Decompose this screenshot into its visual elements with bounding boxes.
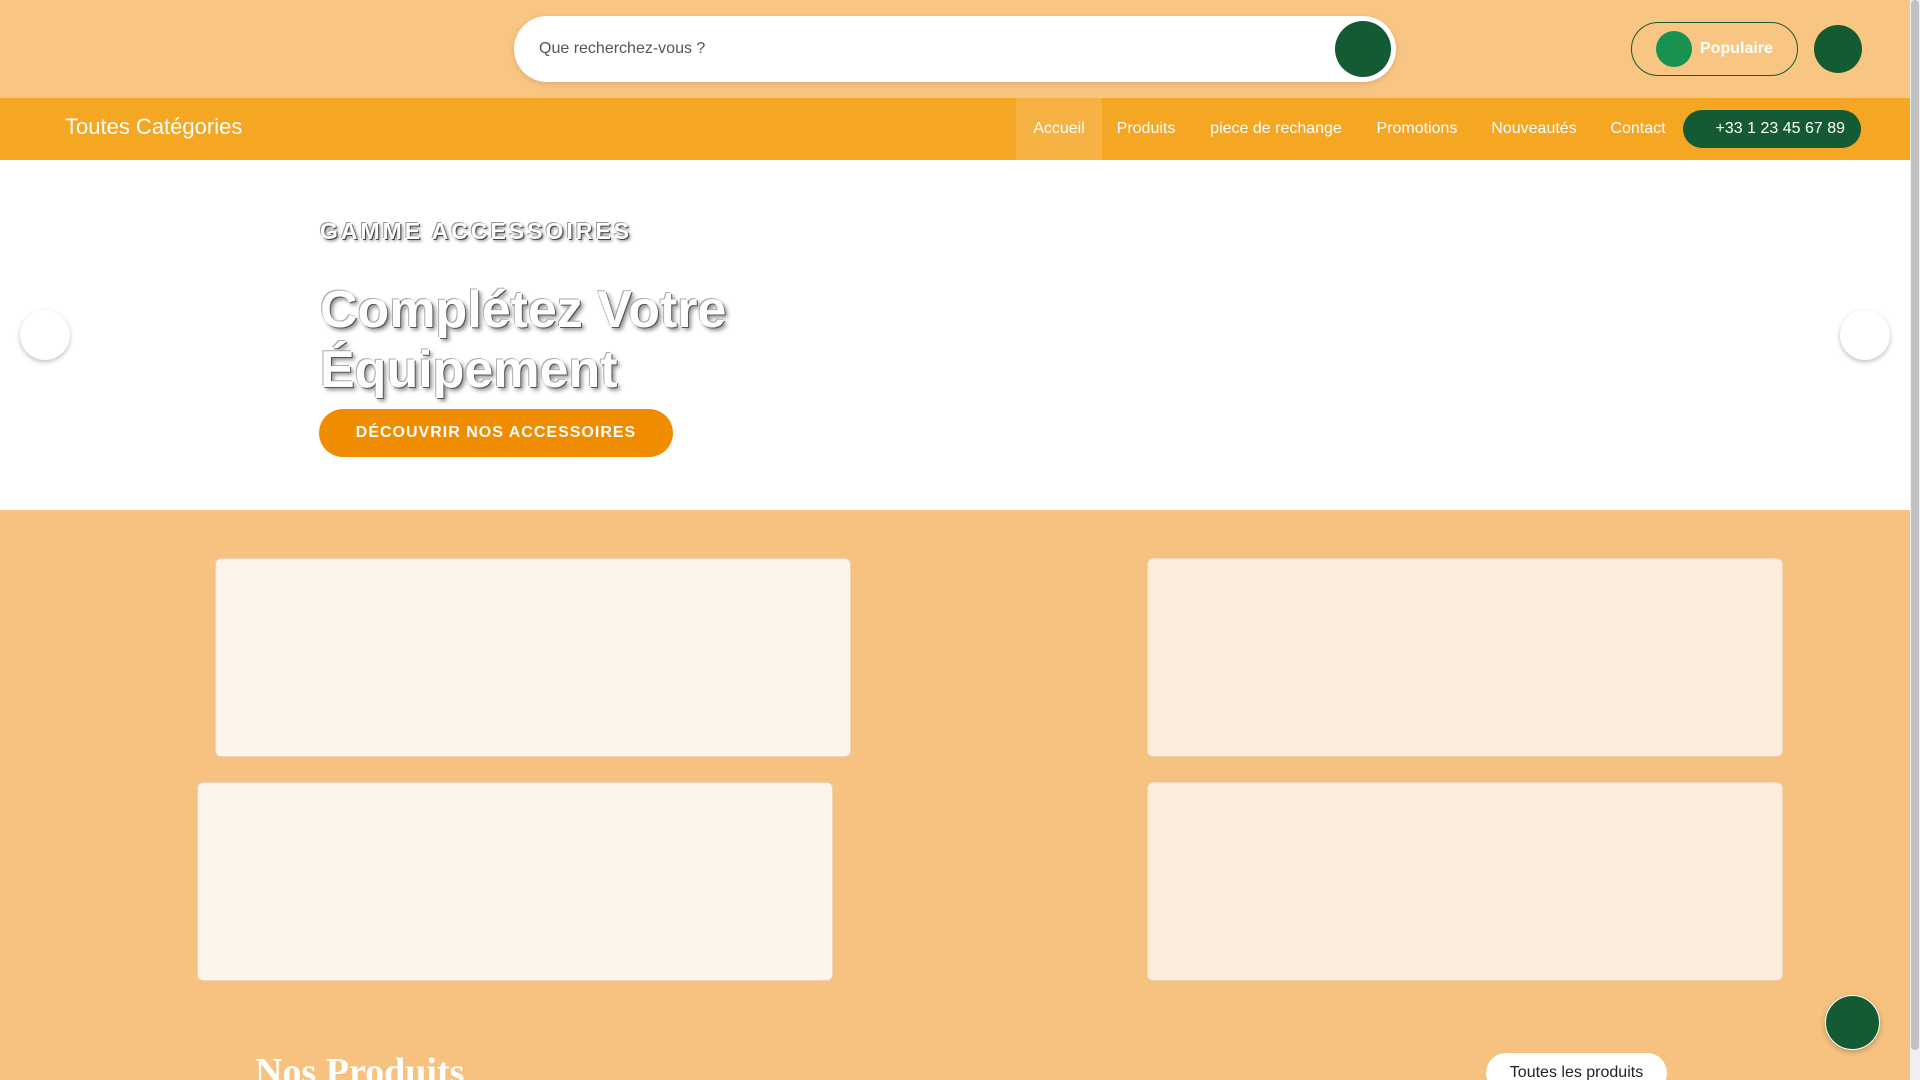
hero-kicker: GAMME ACCESSOIRES <box>320 218 633 244</box>
promo-card[interactable] <box>197 782 833 981</box>
promo-card[interactable] <box>1147 782 1783 981</box>
search-input[interactable] <box>539 29 1299 69</box>
products-section-title: Nos Produits <box>255 1051 465 1080</box>
nav-item-piece-de-rechange[interactable]: piece de rechange <box>1200 98 1352 160</box>
popular-icon <box>1656 31 1692 67</box>
scrollbar-thumb[interactable] <box>1911 0 1919 1050</box>
nav-item-produits[interactable]: Produits <box>1104 98 1188 160</box>
slider-next-button[interactable] <box>1840 310 1890 360</box>
promo-card[interactable] <box>1147 558 1783 757</box>
nav-item-contact[interactable]: Contact <box>1600 98 1676 160</box>
search-bar <box>514 16 1396 82</box>
hero-cta-button[interactable]: DÉCOUVRIR NOS ACCESSOIRES <box>319 409 673 457</box>
nav-item-accueil[interactable]: Accueil <box>1016 98 1102 160</box>
top-header: Populaire <box>0 0 1910 98</box>
phone-button[interactable]: +33 1 23 45 67 89 <box>1683 110 1861 148</box>
account-button[interactable] <box>1814 25 1862 73</box>
hero-slider: GAMME ACCESSOIRES Complétez Votre Équipe… <box>0 160 1910 510</box>
phone-number: +33 1 23 45 67 89 <box>1715 120 1845 137</box>
hero-title: Complétez Votre Équipement <box>320 281 727 399</box>
search-button[interactable] <box>1335 21 1391 77</box>
slider-prev-button[interactable] <box>20 310 70 360</box>
nav-item-nouveautes[interactable]: Nouveautés <box>1482 98 1586 160</box>
page-scrollbar[interactable] <box>1910 0 1920 1080</box>
promo-card[interactable] <box>215 558 851 757</box>
popular-label: Populaire <box>1700 40 1773 57</box>
main-navigation: Toutes Catégories Accueil Produits piece… <box>0 98 1910 160</box>
all-products-button[interactable]: Toutes les produits <box>1486 1053 1667 1080</box>
scroll-to-top-button[interactable] <box>1825 995 1880 1050</box>
all-categories-menu[interactable]: Toutes Catégories <box>65 114 242 140</box>
nav-item-promotions[interactable]: Promotions <box>1366 98 1468 160</box>
popular-button[interactable]: Populaire <box>1631 22 1798 76</box>
